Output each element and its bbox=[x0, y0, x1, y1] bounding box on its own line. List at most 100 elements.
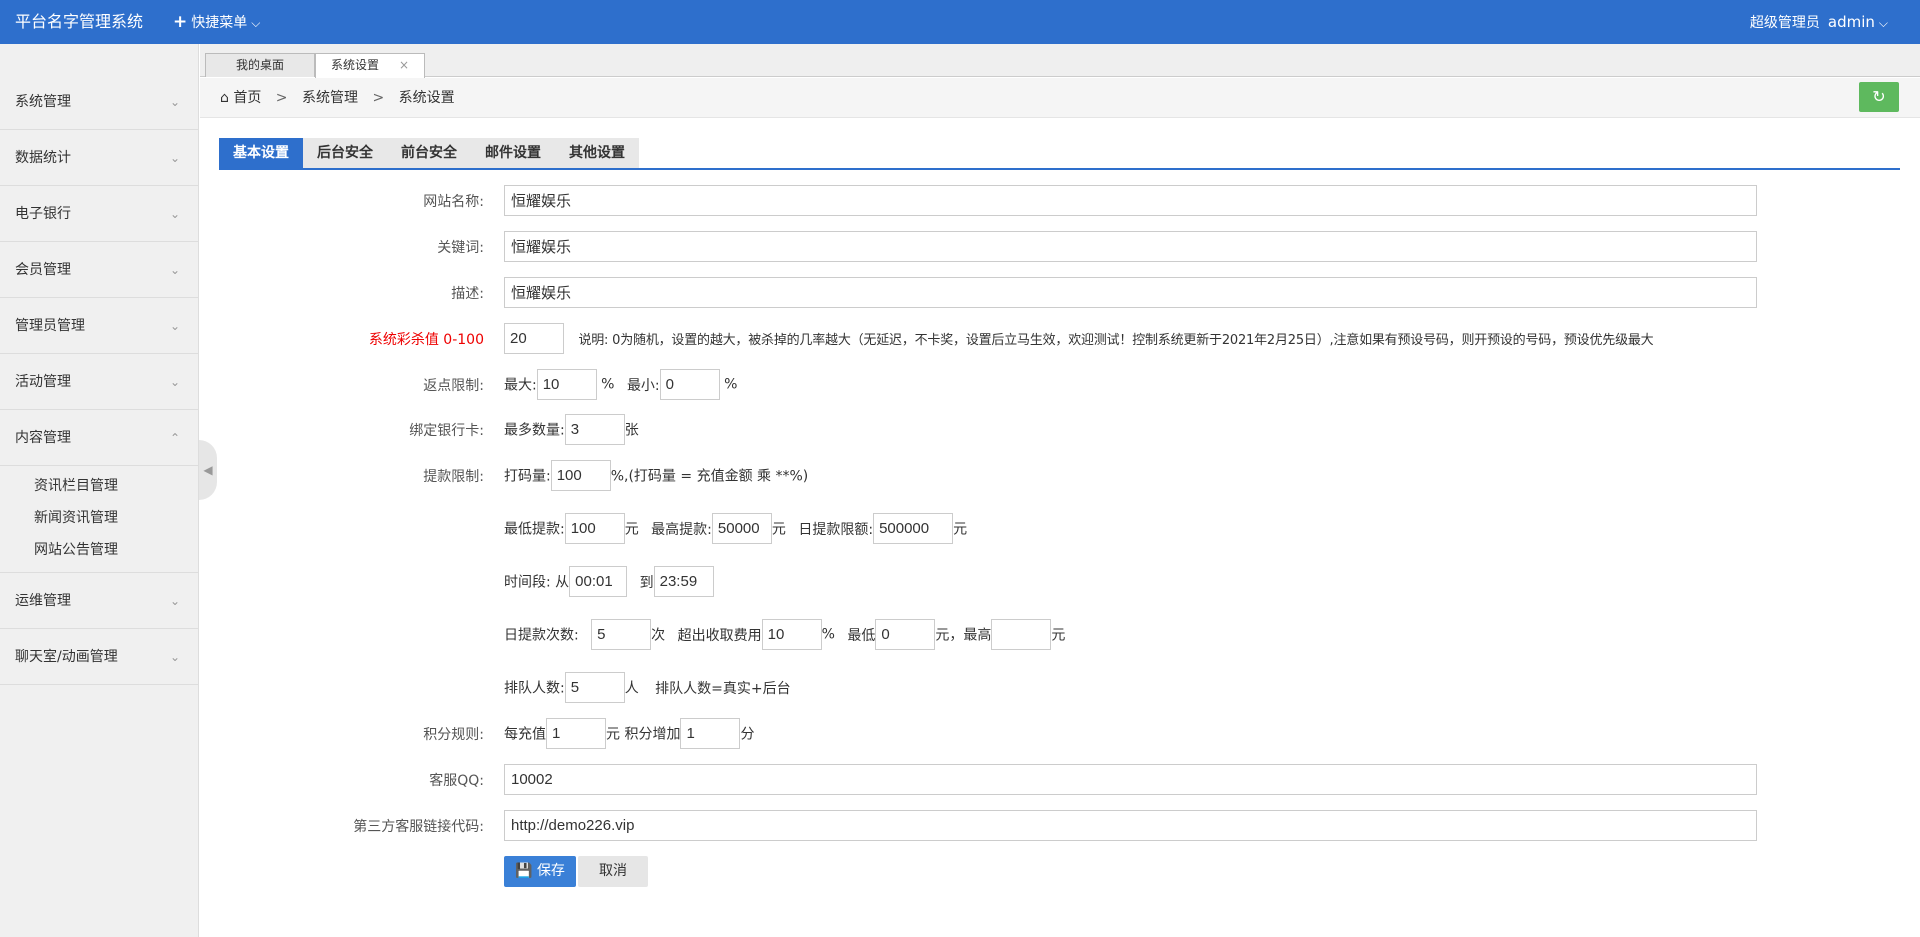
chevron-down-icon: ⌄ bbox=[169, 650, 180, 664]
keywords-input[interactable] bbox=[504, 231, 1757, 262]
time-from-input[interactable] bbox=[569, 566, 628, 597]
submenu-item-news-columns[interactable]: 资讯栏目管理 bbox=[0, 470, 198, 502]
kill-rate-input[interactable] bbox=[504, 323, 564, 354]
sidebar-item-content[interactable]: 内容管理 ⌃ bbox=[0, 410, 198, 466]
sidebar-item-activities[interactable]: 活动管理 ⌄ bbox=[0, 354, 198, 410]
max-withdraw-input[interactable] bbox=[711, 513, 772, 544]
description-input[interactable] bbox=[504, 277, 1757, 308]
close-icon[interactable]: × bbox=[399, 58, 409, 72]
tab-frontend-security[interactable]: 前台安全 bbox=[387, 138, 471, 168]
third-party-input[interactable] bbox=[504, 810, 1757, 841]
breadcrumb-separator: > bbox=[372, 90, 385, 106]
fee-label: 超出收取费用 bbox=[677, 627, 762, 644]
daily-count-unit: 次 bbox=[651, 627, 666, 644]
fee-unit: % bbox=[821, 626, 835, 643]
withdraw-label: 提款限制: bbox=[423, 469, 484, 485]
time-to-label: 到 bbox=[639, 574, 654, 591]
fee-max-unit: 元 bbox=[1051, 627, 1066, 644]
kill-rate-note: 说明: 0为随机，设置的越大，被杀掉的几率越大（无延迟，不卡奖，设置后立马生效，… bbox=[578, 333, 1654, 348]
sidebar-item-chatroom[interactable]: 聊天室/动画管理 ⌄ bbox=[0, 629, 198, 685]
keywords-label: 关键词: bbox=[437, 240, 484, 256]
bank-card-max-input[interactable] bbox=[564, 414, 625, 445]
daily-count-input[interactable] bbox=[591, 619, 652, 650]
fee-input[interactable] bbox=[761, 619, 822, 650]
submenu-item-announcements[interactable]: 网站公告管理 bbox=[0, 534, 198, 566]
points-add-input[interactable] bbox=[680, 718, 741, 749]
time-range-label: 时间段: bbox=[504, 574, 551, 591]
sidebar-item-label: 系统管理 bbox=[15, 94, 71, 110]
description-label: 描述: bbox=[451, 286, 484, 302]
tab-system-settings[interactable]: 系统设置 × bbox=[315, 53, 425, 78]
points-add-unit: 分 bbox=[740, 726, 755, 743]
home-icon: ⌂ bbox=[220, 90, 229, 106]
save-button[interactable]: 💾 保存 bbox=[504, 856, 576, 887]
chevron-down-icon: ⌄ bbox=[169, 207, 180, 221]
bank-card-max-label: 最多数量: bbox=[504, 422, 565, 439]
points-per-label: 每充值 bbox=[504, 726, 546, 743]
submenu-item-news[interactable]: 新闻资讯管理 bbox=[0, 502, 198, 534]
content-submenu: 资讯栏目管理 新闻资讯管理 网站公告管理 bbox=[0, 466, 198, 573]
chevron-down-icon: ⌄ bbox=[169, 375, 180, 389]
username-dropdown[interactable]: admin bbox=[1828, 13, 1875, 31]
sidebar: 系统管理 ⌄ 数据统计 ⌄ 电子银行 ⌄ 会员管理 ⌄ 管理员管理 ⌄ 活动管理 ⌄ 内容管… bbox=[0, 44, 199, 937]
min-withdraw-label: 最低提款: bbox=[504, 521, 565, 538]
fee-max-input[interactable] bbox=[991, 619, 1052, 650]
daily-limit-label: 日提款限额: bbox=[798, 521, 874, 538]
sidebar-item-label: 内容管理 bbox=[15, 430, 71, 446]
fee-min-input[interactable] bbox=[875, 619, 936, 650]
cancel-button[interactable]: 取消 bbox=[578, 856, 648, 887]
breadcrumb-bar: ⌂ 首页 > 系统管理 > 系统设置 ↻ bbox=[200, 78, 1920, 118]
bet-amount-label: 打码量: bbox=[504, 468, 551, 485]
fee-max-label: 元，最高 bbox=[935, 627, 992, 644]
breadcrumb-home[interactable]: 首页 bbox=[233, 90, 261, 106]
user-role: 超级管理员 bbox=[1749, 15, 1820, 31]
queue-input[interactable] bbox=[564, 672, 625, 703]
breadcrumb-system[interactable]: 系统管理 bbox=[302, 90, 358, 106]
breadcrumb-separator: > bbox=[275, 90, 288, 106]
points-per-unit: 元 bbox=[606, 726, 620, 743]
queue-unit: 人 bbox=[624, 680, 639, 697]
tab-desktop[interactable]: 我的桌面 bbox=[205, 53, 315, 77]
daily-count-label: 日提款次数: bbox=[504, 627, 579, 644]
sidebar-item-system[interactable]: 系统管理 ⌄ bbox=[0, 74, 198, 130]
sidebar-item-members[interactable]: 会员管理 ⌄ bbox=[0, 242, 198, 298]
quick-menu-button[interactable]: + 快捷菜单 ⌵ bbox=[173, 0, 260, 45]
rebate-max-unit: % bbox=[601, 376, 615, 393]
sidebar-item-statistics[interactable]: 数据统计 ⌄ bbox=[0, 130, 198, 186]
tab-other-settings[interactable]: 其他设置 bbox=[555, 138, 639, 168]
tab-mail-settings[interactable]: 邮件设置 bbox=[471, 138, 555, 168]
chevron-down-icon: ⌄ bbox=[169, 263, 180, 277]
refresh-button[interactable]: ↻ bbox=[1859, 82, 1899, 112]
save-icon: 💾 bbox=[515, 863, 533, 879]
points-add-label: 积分增加 bbox=[624, 726, 681, 743]
sidebar-item-ops[interactable]: 运维管理 ⌄ bbox=[0, 573, 198, 629]
bet-amount-input[interactable] bbox=[550, 460, 611, 491]
chevron-down-icon: ⌄ bbox=[169, 95, 180, 109]
sidebar-collapse-handle[interactable]: ◀ bbox=[199, 440, 217, 500]
save-button-label: 保存 bbox=[536, 863, 565, 879]
sidebar-item-label: 运维管理 bbox=[15, 593, 71, 609]
tab-basic-settings[interactable]: 基本设置 bbox=[219, 138, 303, 168]
chevron-down-icon: ⌄ bbox=[169, 319, 180, 333]
max-withdraw-unit: 元 bbox=[771, 521, 786, 538]
queue-label: 排队人数: bbox=[504, 680, 565, 697]
qq-input[interactable] bbox=[504, 764, 1757, 795]
points-per-input[interactable] bbox=[546, 718, 606, 749]
tab-backend-security[interactable]: 后台安全 bbox=[303, 138, 387, 168]
daily-limit-input[interactable] bbox=[873, 513, 954, 544]
max-withdraw-label: 最高提款: bbox=[651, 521, 712, 538]
site-name-input[interactable] bbox=[504, 185, 1757, 216]
daily-limit-unit: 元 bbox=[953, 521, 968, 538]
quick-menu-label: 快捷菜单 bbox=[191, 15, 248, 31]
sidebar-item-admins[interactable]: 管理员管理 ⌄ bbox=[0, 298, 198, 354]
rebate-max-input[interactable] bbox=[536, 369, 597, 400]
time-from-label: 从 bbox=[555, 574, 570, 591]
rebate-min-input[interactable] bbox=[659, 369, 720, 400]
sidebar-item-ebank[interactable]: 电子银行 ⌄ bbox=[0, 186, 198, 242]
site-name-label: 网站名称: bbox=[423, 194, 484, 210]
chevron-down-icon[interactable]: ⌵ bbox=[1879, 16, 1888, 30]
time-to-input[interactable] bbox=[653, 566, 714, 597]
queue-note: 排队人数=真实+后台 bbox=[655, 680, 791, 697]
fee-min-label: 最低 bbox=[847, 627, 876, 644]
min-withdraw-input[interactable] bbox=[564, 513, 625, 544]
